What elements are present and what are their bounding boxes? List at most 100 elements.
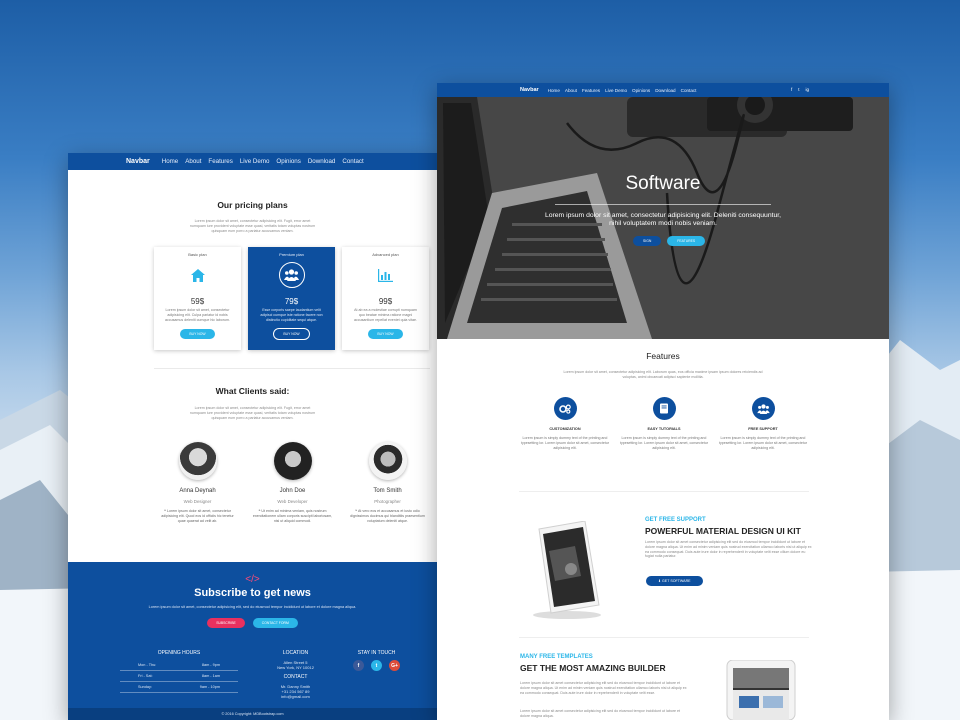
- support-kicker: GET FREE SUPPORT: [645, 517, 706, 523]
- nav-link-opinions[interactable]: Opinions: [632, 88, 650, 93]
- section-divider: [154, 368, 430, 369]
- google-plus-icon[interactable]: G+: [389, 660, 400, 671]
- location-line: New York, NY 10012: [277, 665, 314, 670]
- footer-heading: LOCATION: [282, 650, 309, 656]
- contact-line[interactable]: info@gmail.com: [277, 694, 314, 699]
- hours-row: Mon - Thu: 8am - 9pm: [120, 660, 238, 671]
- hero-subtitle-line: Lorem ipsum dolor sit amet, consectetur …: [544, 212, 782, 219]
- get-software-label: GET SOFTWARE: [662, 579, 691, 583]
- footer-columns: OPENING HOURS Mon - Thu: 8am - 9pm Fri - …: [120, 650, 400, 699]
- feature-name: CUSTOMIZATION: [549, 427, 581, 431]
- nav-link-contact[interactable]: Contact: [342, 158, 363, 165]
- plan-price: 59$: [190, 297, 205, 306]
- feature-item: EASY TUTORIALS Lorem ipsum is simply dum…: [618, 397, 710, 450]
- plan-description: Esse corporis saepe laudantium velit adi…: [260, 308, 323, 322]
- templates-kicker: MANY FREE TEMPLATES: [520, 654, 593, 660]
- features-list: CUSTOMIZATION Lorem ipsum is simply dumm…: [519, 397, 809, 450]
- client-name: Tom Smith: [373, 488, 402, 494]
- opening-hours: OPENING HOURS Mon - Thu: 8am - 9pm Fri - …: [120, 650, 238, 699]
- feature-item: CUSTOMIZATION Lorem ipsum is simply dumm…: [519, 397, 611, 450]
- users-icon: [278, 262, 305, 288]
- hours-row: Sunday: 9am - 10pm: [120, 682, 238, 693]
- testimonial-card: Tom Smith Photographer ❝ At vero eos et …: [343, 442, 432, 523]
- avatar: [273, 442, 312, 480]
- hero-divider: [555, 204, 771, 205]
- hours-day: Mon - Thu:: [138, 663, 157, 667]
- subscribe-title: Subscribe to get news: [194, 587, 311, 599]
- testimonial-card: John Doe Web Developer ❝ Ut enim ad mini…: [248, 442, 337, 523]
- plan-description: At ab ea a molestiae corrupti numquam qu…: [354, 308, 417, 322]
- plan-card-basic: Basic plan 59$ Lorem ipsum dolor sit ame…: [154, 247, 241, 350]
- device-image: [726, 660, 796, 720]
- plan-card-premium: Premium plan 79$ Esse corporis saepe lau…: [248, 247, 335, 350]
- facebook-icon[interactable]: f: [791, 87, 792, 92]
- navbar-brand[interactable]: Navbar: [520, 87, 539, 93]
- navbar-socials: f t ig: [791, 87, 809, 92]
- templates-text: Lorem ipsum dolor sit amet consectetur a…: [520, 709, 681, 718]
- users-icon: [751, 397, 775, 420]
- twitter-icon[interactable]: t: [798, 87, 799, 92]
- client-quote: ❝ At vero eos et accusamus et iusto odio…: [350, 509, 425, 523]
- feature-description: Lorem ipsum is simply dummy text of the …: [619, 436, 709, 450]
- nav-link-home[interactable]: Home: [162, 158, 179, 165]
- nav-link-features[interactable]: Features: [582, 88, 600, 93]
- hours-time: 8am - 9pm: [201, 663, 220, 667]
- features-intro: Lorem ipsum dolor sit amet, consectetur …: [563, 370, 763, 379]
- hero-title: Software: [625, 173, 701, 194]
- hours-day: Sunday:: [138, 685, 152, 689]
- plan-card-advanced: Advanced plan 99$ At ab ea a molestiae c…: [342, 247, 429, 350]
- buy-now-button[interactable]: BUY NOW: [273, 328, 310, 341]
- instagram-icon[interactable]: ig: [805, 87, 809, 92]
- avatar: [178, 442, 217, 480]
- nav-link-live-demo[interactable]: Live Demo: [605, 88, 627, 93]
- subscribe-button[interactable]: SUBSCRIBE: [207, 618, 245, 628]
- client-quote: ❝ Ut enim ad minima veniam, quis nostrum…: [252, 509, 333, 523]
- left-navbar: Navbar Home About Features Live Demo Opi…: [68, 153, 437, 170]
- feature-description: Lorem ipsum is simply dummy text of the …: [718, 436, 808, 450]
- nav-link-download[interactable]: Download: [308, 158, 336, 165]
- twitter-icon[interactable]: t: [371, 660, 382, 671]
- client-quote: ❝ Lorem ipsum dolor sit amet, consectetu…: [161, 509, 234, 523]
- client-role: Photographer: [374, 499, 401, 504]
- home-icon: [185, 262, 211, 288]
- get-software-button[interactable]: ⬇ GET SOFTWARE: [646, 576, 703, 586]
- nav-link-about[interactable]: About: [565, 88, 577, 93]
- hero-subtitle-line: nihil voluptatem modi nobis veniam.: [609, 220, 717, 227]
- nav-link-features[interactable]: Features: [208, 158, 232, 165]
- nav-link-about[interactable]: About: [185, 158, 201, 165]
- subscribe-section: </> Subscribe to get news Lorem ipsum do…: [68, 562, 437, 708]
- footer-heading: CONTACT: [283, 674, 308, 680]
- testimonials: Anna Deynah Web Designer ❝ Lorem ipsum d…: [153, 442, 432, 523]
- hero-section: Navbar Home About Features Live Demo Opi…: [437, 83, 889, 339]
- hours-time: 9am - 10pm: [199, 685, 220, 689]
- avatar: [368, 442, 407, 480]
- hours-day: Fri - Sat:: [138, 674, 153, 678]
- support-text: Lorem ipsum dolor sit amet consectetur a…: [645, 540, 812, 559]
- buy-now-button[interactable]: BUY NOW: [368, 329, 403, 340]
- client-name: Anna Deynah: [179, 488, 216, 494]
- clients-title: What Clients said:: [215, 386, 290, 396]
- nav-link-opinions[interactable]: Opinions: [276, 158, 300, 165]
- feature-name: EASY TUTORIALS: [647, 427, 681, 431]
- feature-description: Lorem ipsum is simply dummy text of the …: [520, 436, 610, 450]
- pricing-intro: Lorem ipsum dolor sit amet, consectetur …: [189, 219, 316, 233]
- contact-form-button[interactable]: CONTACT FORM: [252, 618, 298, 628]
- gears-icon: [553, 397, 577, 420]
- nav-link-download[interactable]: Download: [655, 88, 675, 93]
- client-role: Web Designer: [183, 499, 212, 504]
- facebook-icon[interactable]: f: [353, 660, 364, 671]
- right-navbar: Navbar Home About Features Live Demo Opi…: [437, 83, 889, 97]
- nav-link-contact[interactable]: Contact: [681, 88, 697, 93]
- subscribe-description: Lorem ipsum dolor sit amet, consectetur …: [148, 605, 357, 609]
- testimonial-card: Anna Deynah Web Designer ❝ Lorem ipsum d…: [153, 442, 242, 523]
- buy-now-button[interactable]: BUY NOW: [180, 329, 215, 340]
- sign-button[interactable]: SIGN: [633, 236, 662, 246]
- navbar-brand[interactable]: Navbar: [126, 158, 150, 165]
- templates-text: Lorem ipsum dolor sit amet consectetur a…: [520, 681, 687, 695]
- nav-link-live-demo[interactable]: Live Demo: [240, 158, 270, 165]
- footer-heading: STAY IN TOUCH: [357, 650, 396, 656]
- feature-item: FREE SUPPORT Lorem ipsum is simply dummy…: [717, 397, 809, 450]
- plan-price: 79$: [284, 297, 299, 306]
- nav-link-home[interactable]: Home: [548, 88, 560, 93]
- features-button[interactable]: FEATURES: [667, 236, 706, 246]
